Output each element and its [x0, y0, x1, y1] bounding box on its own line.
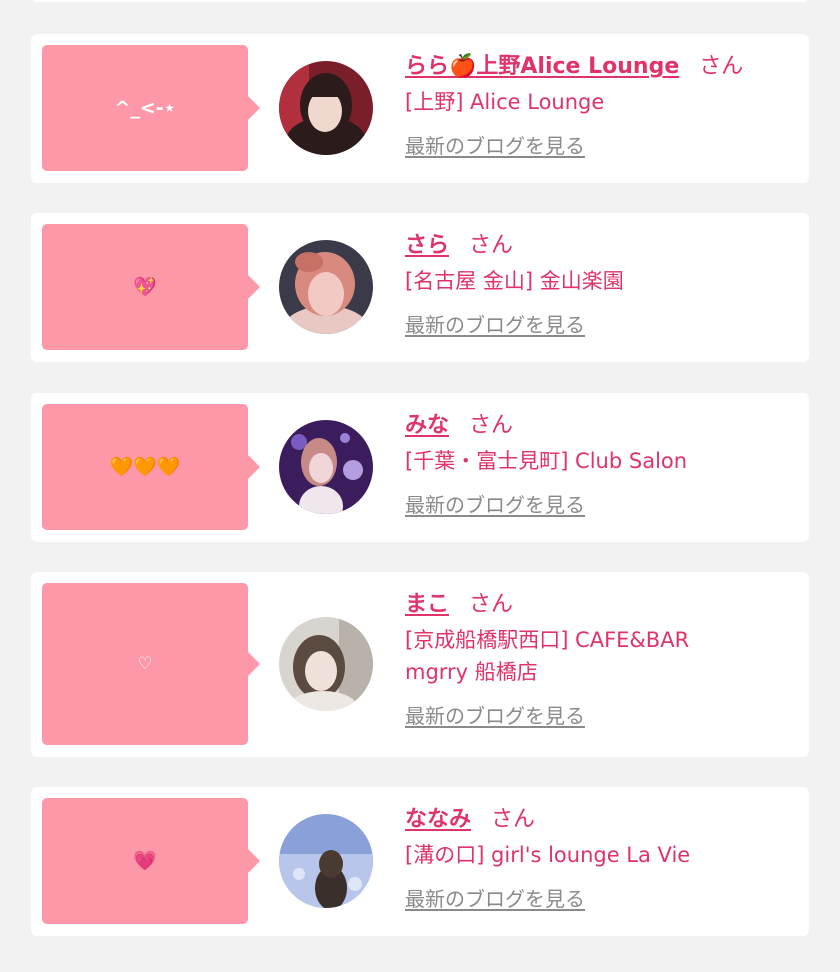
avatar[interactable]: [279, 420, 373, 514]
latest-blog-link[interactable]: 最新のブログを見る: [405, 489, 585, 518]
cast-name-link[interactable]: まこ: [405, 586, 449, 618]
honorific: さん: [491, 807, 536, 832]
avatar[interactable]: [279, 61, 373, 155]
cast-name-link[interactable]: らら🍎上野Alice Lounge: [405, 48, 679, 80]
message-bubble: ^_<-⋆: [42, 45, 260, 171]
avatar-image: [279, 420, 373, 514]
previous-card-edge: [31, 0, 809, 2]
blog-card: ♡ まこ さん [京成船橋駅西口] CAFE&BAR mgrry 船橋店 最新の…: [31, 572, 809, 757]
bubble-message: 💗: [133, 849, 157, 872]
shop-info: [上野] Alice Lounge: [405, 90, 605, 114]
avatar[interactable]: [279, 814, 373, 908]
message-bubble: 💖: [42, 224, 260, 350]
shop-info: [名古屋 金山] 金山楽園: [405, 269, 624, 293]
shop-info: [溝の口] girl's lounge La Vie: [405, 843, 691, 867]
bubble-message: 🧡🧡🧡: [109, 455, 181, 478]
honorific: さん: [699, 54, 744, 79]
latest-blog-link[interactable]: 最新のブログを見る: [405, 130, 585, 159]
bubble-message: ^_<-⋆: [114, 96, 176, 119]
latest-blog-link[interactable]: 最新のブログを見る: [405, 309, 585, 338]
message-bubble: ♡: [42, 583, 260, 745]
avatar-image: [279, 814, 373, 908]
honorific: さん: [469, 233, 514, 258]
avatar[interactable]: [279, 617, 373, 711]
honorific: さん: [469, 592, 514, 617]
bubble-message: 💖: [133, 275, 157, 298]
blog-card: ^_<-⋆ らら🍎上野Alice Lounge さん [上野] Alice Lo…: [31, 34, 809, 183]
message-bubble: 💗: [42, 798, 260, 924]
message-bubble: 🧡🧡🧡: [42, 404, 260, 530]
latest-blog-link[interactable]: 最新のブログを見る: [405, 700, 585, 729]
bubble-message: ♡: [137, 653, 153, 674]
latest-blog-link[interactable]: 最新のブログを見る: [405, 883, 585, 912]
cast-name-link[interactable]: みな: [405, 407, 449, 439]
cast-name-link[interactable]: さら: [405, 227, 449, 259]
avatar-image: [279, 617, 373, 711]
honorific: さん: [469, 413, 514, 438]
avatar[interactable]: [279, 240, 373, 334]
blog-card: 💗 ななみ さん [溝の口] girl's lounge La Vie 最新のブ…: [31, 787, 809, 936]
cast-name-link[interactable]: ななみ: [405, 801, 471, 833]
blog-card: 🧡🧡🧡 みな さん [千葉・富士見町] Club Salon 最新のブログを見る: [31, 393, 809, 542]
shop-info: [京成船橋駅西口] CAFE&BAR mgrry 船橋店: [405, 628, 690, 684]
avatar-image: [279, 61, 373, 155]
shop-info: [千葉・富士見町] Club Salon: [405, 449, 688, 473]
avatar-image: [279, 240, 373, 334]
blog-card: 💖 さら さん [名古屋 金山] 金山楽園 最新のブログを見る: [31, 213, 809, 362]
